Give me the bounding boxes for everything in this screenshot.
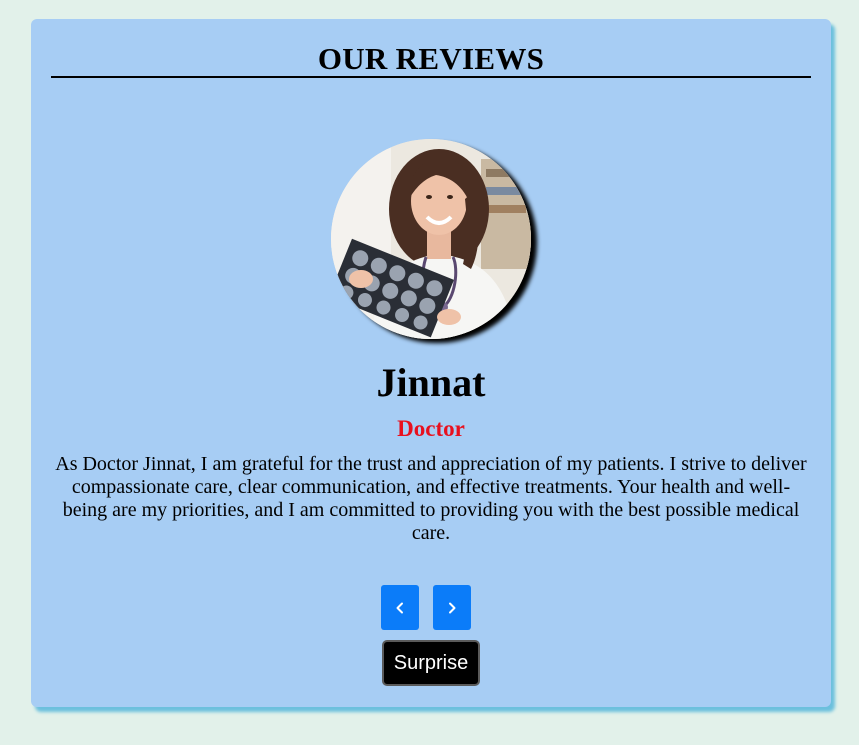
- reviewer-name: Jinnat: [376, 360, 486, 405]
- reviewer-photo: [331, 139, 531, 339]
- next-review-button[interactable]: [433, 585, 471, 630]
- previous-review-button[interactable]: [381, 585, 419, 630]
- surprise-button[interactable]: Surprise: [382, 640, 480, 686]
- chevron-left-icon: [396, 602, 403, 613]
- title-underline: [51, 76, 811, 78]
- page-title: OUR REVIEWS: [317, 41, 545, 76]
- review-card: OUR REVIEWS Jinnat Doctor As Doctor Jinn…: [31, 19, 831, 707]
- reviewer-role: Doctor: [397, 416, 465, 441]
- review-text: As Doctor Jinnat, I am grateful for the …: [55, 453, 807, 544]
- doctor-photo-illustration: [331, 139, 531, 339]
- chevron-right-icon: [449, 602, 456, 613]
